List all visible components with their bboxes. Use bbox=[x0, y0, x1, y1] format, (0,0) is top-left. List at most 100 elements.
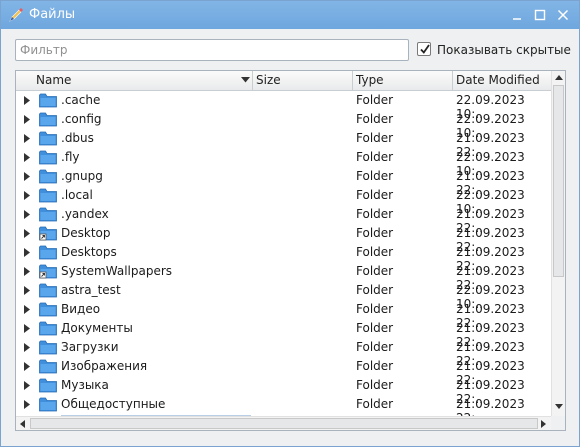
file-name: .config bbox=[61, 112, 102, 126]
file-type: Folder bbox=[356, 397, 394, 411]
file-type: Folder bbox=[356, 340, 394, 354]
file-type: Folder bbox=[356, 207, 394, 221]
table-row[interactable]: astra_test Folder 22.09.2023 10:.. bbox=[16, 281, 551, 311]
file-type: Folder bbox=[356, 226, 394, 240]
column-type[interactable]: Type bbox=[353, 71, 453, 90]
table-row[interactable]: SystemWallpapers Folder 21.09.2023 22:.. bbox=[16, 262, 551, 292]
table-row[interactable]: .local Folder 22.09.2023 10:.. bbox=[16, 186, 551, 216]
file-name: Изображения bbox=[61, 359, 148, 373]
table-row[interactable]: Документы Folder 21.09.2023 22:.. bbox=[16, 319, 551, 349]
scroll-left-icon bbox=[20, 420, 25, 428]
file-name: astra_test bbox=[61, 283, 121, 297]
column-header: Name Size Type Date Modified bbox=[16, 71, 551, 91]
maximize-button[interactable] bbox=[530, 5, 550, 25]
pen-brush-icon bbox=[8, 7, 24, 23]
file-name: .fly bbox=[61, 150, 80, 164]
file-name: Документы bbox=[61, 321, 133, 335]
file-name: .dbus bbox=[61, 131, 94, 145]
horizontal-scrollbar[interactable] bbox=[16, 416, 551, 430]
horizontal-scroll-thumb[interactable] bbox=[30, 418, 538, 429]
table-row[interactable]: .yandex Folder 21.09.2023 22:.. bbox=[16, 205, 551, 235]
file-name: Видео bbox=[61, 302, 101, 316]
folder-icon bbox=[39, 397, 57, 412]
sort-descending-icon bbox=[241, 77, 250, 83]
file-name: Desktops bbox=[61, 245, 117, 259]
table-row[interactable]: Desktop Folder 21.09.2023 22:.. bbox=[16, 224, 551, 254]
table-row[interactable]: .cache Folder 22.09.2023 10:.. bbox=[16, 91, 551, 121]
file-type: Folder bbox=[356, 321, 394, 335]
show-hidden-checkbox[interactable] bbox=[417, 42, 431, 56]
file-name: SystemWallpapers bbox=[61, 264, 173, 278]
column-size[interactable]: Size bbox=[253, 71, 353, 90]
close-button[interactable] bbox=[553, 5, 573, 25]
expand-arrow-icon[interactable] bbox=[24, 381, 30, 390]
file-type: Folder bbox=[356, 283, 394, 297]
expand-arrow-icon[interactable] bbox=[24, 153, 30, 162]
file-type: Folder bbox=[356, 131, 394, 145]
folder-icon bbox=[39, 302, 57, 317]
file-type: Folder bbox=[356, 112, 394, 126]
scroll-right-icon bbox=[541, 420, 546, 428]
expand-arrow-icon[interactable] bbox=[24, 210, 30, 219]
folder-icon bbox=[39, 359, 57, 374]
expand-arrow-icon[interactable] bbox=[24, 96, 30, 105]
file-type: Folder bbox=[356, 359, 394, 373]
table-row[interactable]: .fly Folder 22.09.2023 10:.. bbox=[16, 148, 551, 178]
expand-arrow-icon[interactable] bbox=[24, 343, 30, 352]
table-row[interactable]: Общедоступные Folder 21.09.2023 22:.. bbox=[16, 395, 551, 417]
file-dialog-window: Файлы Показывать скрытые Name Size Type … bbox=[0, 0, 580, 447]
column-name[interactable]: Name bbox=[16, 71, 253, 90]
table-row[interactable]: Загрузки Folder 21.09.2023 22:.. bbox=[16, 338, 551, 368]
maximize-icon bbox=[534, 9, 546, 21]
show-hidden-label[interactable]: Показывать скрытые bbox=[437, 43, 571, 57]
file-list: .cache Folder 22.09.2023 10:.. .config Folde… bbox=[16, 91, 551, 417]
column-date[interactable]: Date Modified bbox=[453, 71, 551, 90]
expand-arrow-icon[interactable] bbox=[24, 324, 30, 333]
title-bar[interactable]: Файлы bbox=[1, 1, 579, 29]
file-tree[interactable]: Name Size Type Date Modified .cache Folde… bbox=[15, 70, 566, 431]
file-name: Загрузки bbox=[61, 340, 119, 354]
folder-link-icon bbox=[39, 264, 57, 279]
expand-arrow-icon[interactable] bbox=[24, 267, 30, 276]
expand-arrow-icon[interactable] bbox=[24, 362, 30, 371]
checkmark-icon bbox=[420, 44, 430, 54]
scroll-down-icon bbox=[555, 404, 563, 409]
file-name: .yandex bbox=[61, 207, 109, 221]
vertical-scrollbar[interactable] bbox=[551, 71, 565, 416]
scroll-corner bbox=[551, 416, 565, 430]
expand-arrow-icon[interactable] bbox=[24, 305, 30, 314]
expand-arrow-icon[interactable] bbox=[24, 115, 30, 124]
expand-arrow-icon[interactable] bbox=[24, 248, 30, 257]
expand-arrow-icon[interactable] bbox=[24, 286, 30, 295]
file-date: 21.09.2023 22:.. bbox=[456, 397, 525, 417]
folder-icon bbox=[39, 321, 57, 336]
file-type: Folder bbox=[356, 264, 394, 278]
vertical-scroll-thumb[interactable] bbox=[553, 85, 564, 277]
minimize-button[interactable] bbox=[507, 5, 527, 25]
filter-input[interactable] bbox=[15, 39, 409, 61]
expand-arrow-icon[interactable] bbox=[24, 191, 30, 200]
file-type: Folder bbox=[356, 378, 394, 392]
expand-arrow-icon[interactable] bbox=[24, 229, 30, 238]
table-row[interactable]: Видео Folder 21.09.2023 22:.. bbox=[16, 300, 551, 330]
expand-arrow-icon[interactable] bbox=[24, 400, 30, 409]
folder-icon bbox=[39, 188, 57, 203]
expand-arrow-icon[interactable] bbox=[24, 134, 30, 143]
file-type: Folder bbox=[356, 245, 394, 259]
file-name: .gnupg bbox=[61, 169, 103, 183]
folder-icon bbox=[39, 112, 57, 127]
folder-link-icon bbox=[39, 226, 57, 241]
folder-icon bbox=[39, 283, 57, 298]
folder-icon bbox=[39, 340, 57, 355]
table-row[interactable]: .dbus Folder 21.09.2023 22:.. bbox=[16, 129, 551, 159]
table-row[interactable]: .config Folder 22.09.2023 10:.. bbox=[16, 110, 551, 140]
table-row[interactable]: Музыка Folder 21.09.2023 22:.. bbox=[16, 376, 551, 406]
table-row[interactable]: Изображения Folder 21.09.2023 22:.. bbox=[16, 357, 551, 387]
table-row[interactable]: Desktops Folder 21.09.2023 22:.. bbox=[16, 243, 551, 273]
folder-icon bbox=[39, 207, 57, 222]
file-type: Folder bbox=[356, 302, 394, 316]
expand-arrow-icon[interactable] bbox=[24, 172, 30, 181]
file-type: Folder bbox=[356, 188, 394, 202]
column-date-label: Date Modified bbox=[456, 73, 540, 87]
table-row[interactable]: .gnupg Folder 21.09.2023 22:.. bbox=[16, 167, 551, 197]
